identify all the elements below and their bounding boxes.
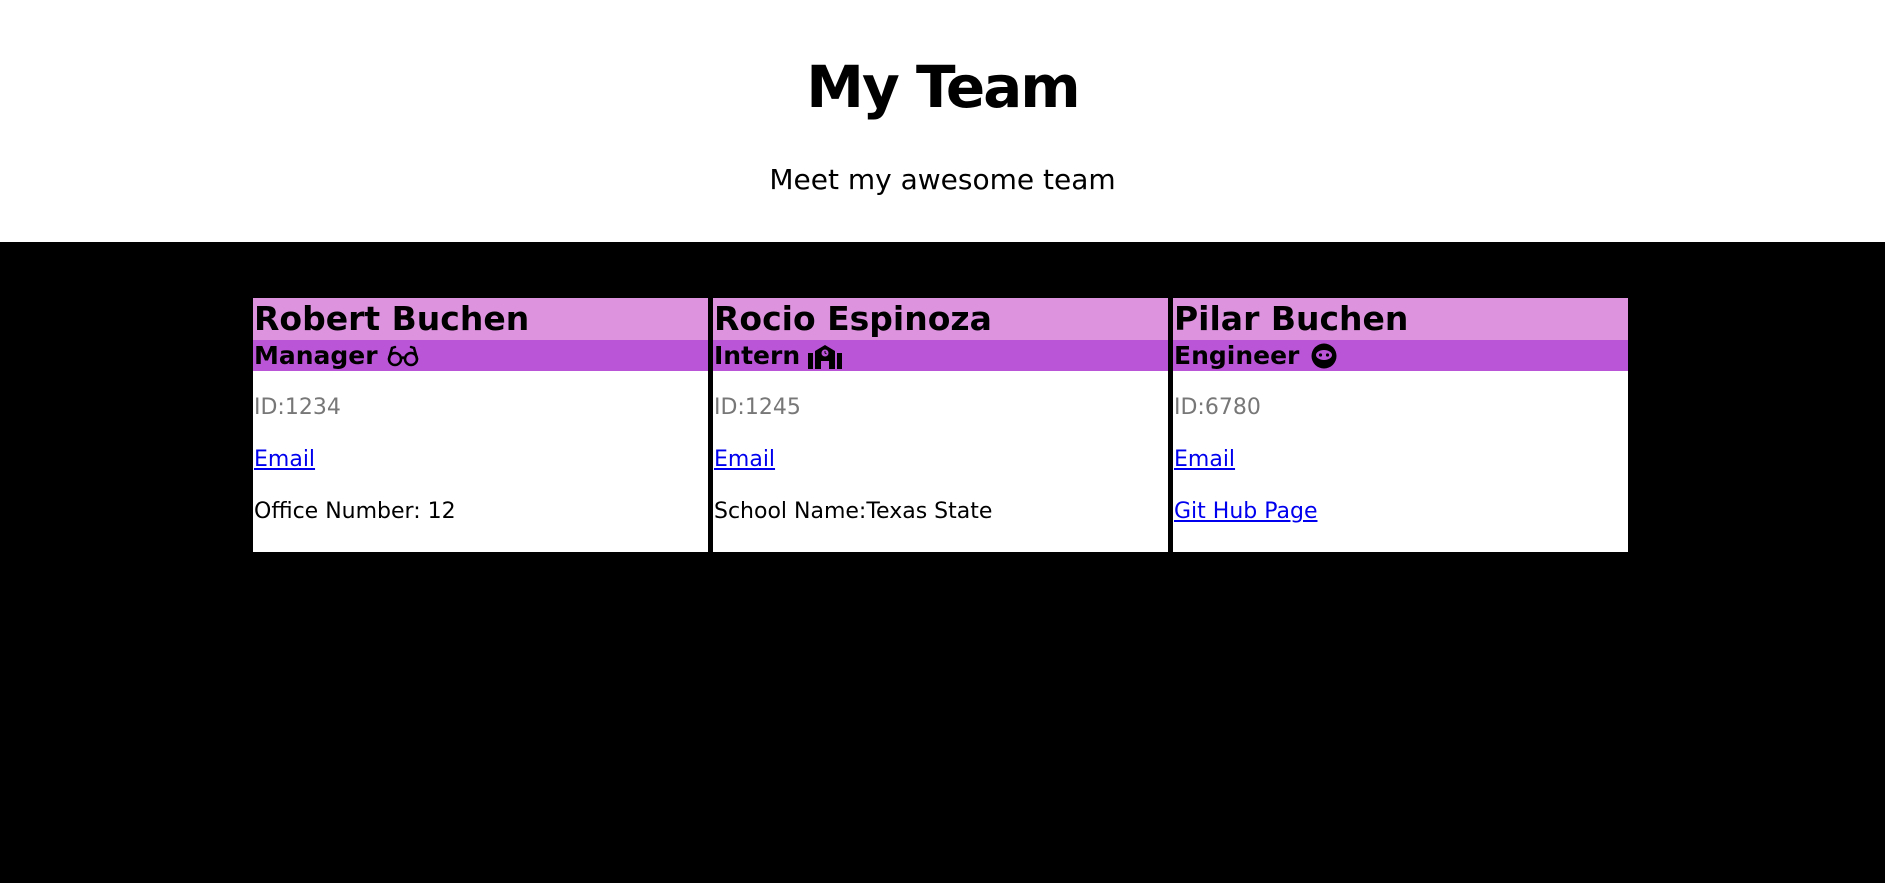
employee-id: ID:6780 [1174,395,1261,420]
page-title: My Team [806,53,1081,121]
employee-role-bar: Intern [713,340,1168,371]
employee-card-manager: Robert Buchen Manager ID:1234 Email Offi… [253,298,708,552]
employee-id: ID:1234 [254,395,341,420]
employee-role: Manager [254,341,378,370]
glasses-icon [386,343,420,369]
github-octocat-icon [1307,343,1341,369]
employee-role-bar: Manager [253,340,708,371]
employee-email-link[interactable]: Email [714,447,775,472]
page-header: My Team Meet my awesome team [0,0,1885,242]
employee-name: Rocio Espinoza [713,298,1168,340]
employee-role-bar: Engineer [1173,340,1628,371]
github-page-link[interactable]: Git Hub Page [1174,499,1317,524]
employee-name: Pilar Buchen [1173,298,1628,340]
employee-role: Intern [714,341,801,370]
school-icon [808,343,843,369]
employee-email-link[interactable]: Email [254,447,315,472]
team-cards: Robert Buchen Manager ID:1234 Email Offi… [253,298,1628,552]
team-section: Robert Buchen Manager ID:1234 Email Offi… [0,242,1885,883]
employee-role: Engineer [1174,341,1300,370]
employee-card-engineer: Pilar Buchen Engineer ID:6780 Email Git … [1173,298,1628,552]
employee-id: ID:1245 [714,395,801,420]
employee-name: Robert Buchen [253,298,708,340]
employee-office-number: Office Number: 12 [254,499,456,524]
employee-email-link[interactable]: Email [1174,447,1235,472]
employee-school-name: School Name:Texas State [714,499,993,524]
page-subtitle: Meet my awesome team [769,163,1116,196]
employee-card-intern: Rocio Espinoza Intern ID:1245 Email Scho… [713,298,1168,552]
